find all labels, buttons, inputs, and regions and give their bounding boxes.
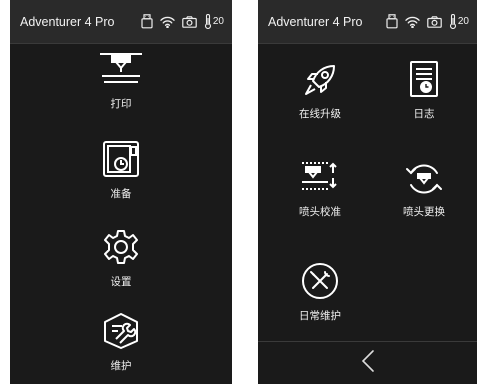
wrench-screwdriver-icon bbox=[301, 262, 339, 300]
menu-item-log-label: 日志 bbox=[413, 108, 435, 120]
temperature-icon: 20 bbox=[449, 14, 469, 29]
rocket-icon bbox=[302, 62, 338, 98]
menu-item-daily-maintenance[interactable]: 日常维护 bbox=[272, 262, 368, 323]
usb-icon bbox=[386, 14, 398, 29]
prepare-icon bbox=[102, 140, 140, 178]
settings-gear-icon bbox=[102, 228, 140, 266]
status-bar: Adventurer 4 Pro 20 bbox=[258, 0, 477, 44]
menu-item-prepare[interactable]: 准备 bbox=[61, 140, 181, 201]
menu-item-settings-label: 设置 bbox=[110, 276, 132, 288]
menu-item-print-label: 打印 bbox=[110, 98, 132, 110]
menu-item-online-upgrade[interactable]: 在线升级 bbox=[272, 62, 368, 121]
menu-item-daily-maintenance-label: 日常维护 bbox=[299, 310, 341, 322]
menu-item-log[interactable]: 日志 bbox=[376, 60, 472, 121]
menu-item-nozzle-calibration-label: 喷头校准 bbox=[299, 206, 341, 218]
maintenance-screen: Adventurer 4 Pro 20 在线升级 日志 喷头校准 喷头更换 日常… bbox=[258, 0, 477, 384]
nozzle-calibration-icon bbox=[300, 160, 340, 196]
log-document-icon bbox=[409, 60, 439, 98]
temperature-value: 20 bbox=[212, 16, 224, 27]
printer-name: Adventurer 4 Pro bbox=[268, 14, 363, 29]
nozzle-replace-icon bbox=[405, 162, 443, 196]
printer-name: Adventurer 4 Pro bbox=[20, 14, 115, 29]
wifi-icon bbox=[160, 16, 175, 28]
wifi-icon bbox=[405, 16, 420, 28]
print-icon bbox=[98, 52, 144, 88]
menu-item-maintenance[interactable]: 维护 bbox=[61, 312, 181, 373]
camera-icon bbox=[182, 15, 197, 28]
usb-icon bbox=[141, 14, 153, 29]
menu-item-nozzle-replace-label: 喷头更换 bbox=[403, 206, 445, 218]
temperature-icon: 20 bbox=[204, 14, 224, 29]
main-menu-screen: Adventurer 4 Pro 20 打印 准备 设置 维护 bbox=[10, 0, 232, 384]
menu-item-online-upgrade-label: 在线升级 bbox=[299, 108, 341, 120]
temperature-value: 20 bbox=[457, 16, 469, 27]
menu-item-print[interactable]: 打印 bbox=[61, 52, 181, 111]
menu-item-settings[interactable]: 设置 bbox=[61, 228, 181, 289]
menu-item-nozzle-replace[interactable]: 喷头更换 bbox=[376, 162, 472, 219]
menu-item-prepare-label: 准备 bbox=[110, 188, 132, 200]
maintenance-icon bbox=[102, 312, 140, 350]
menu-item-nozzle-calibration[interactable]: 喷头校准 bbox=[272, 160, 368, 219]
status-bar: Adventurer 4 Pro 20 bbox=[10, 0, 232, 44]
camera-icon bbox=[427, 15, 442, 28]
menu-item-maintenance-label: 维护 bbox=[110, 360, 132, 372]
chevron-left-icon bbox=[361, 349, 375, 377]
back-button[interactable] bbox=[258, 341, 477, 384]
